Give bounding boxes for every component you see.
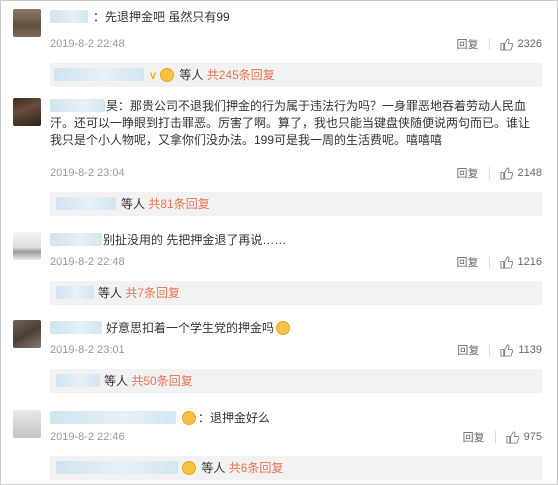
thumb-up-icon[interactable]: [506, 430, 519, 444]
comment-actions: 回复 2148: [457, 165, 542, 181]
reply-thread[interactable]: 等人 共50条回复: [50, 369, 542, 393]
thread-users-label: 等人: [104, 374, 129, 388]
divider: [488, 38, 490, 50]
comment-text: ：先退押金吧 虽然只有99: [93, 10, 230, 24]
thumb-up-icon[interactable]: [499, 37, 513, 51]
reply-button[interactable]: 回复: [457, 165, 479, 181]
comment-date: 2019-8-2 23:01: [50, 344, 125, 356]
reply-button[interactable]: 回复: [463, 429, 485, 445]
thumb-up-icon[interactable]: [499, 166, 513, 180]
reply-thread[interactable]: 等人 共7条回复: [50, 281, 542, 305]
reply-thread-summary: 等人 共81条回复: [121, 192, 210, 216]
reply-thread-summary: 等人 共50条回复: [104, 369, 193, 393]
thread-link[interactable]: 共81条回复: [148, 197, 209, 211]
comment-author-suffix: 昊：: [106, 99, 131, 113]
like-count[interactable]: 1139: [518, 344, 542, 356]
like-count[interactable]: 2326: [518, 38, 542, 50]
comment-text: ：退押金好么: [180, 410, 540, 427]
reply-thread[interactable]: V 等人 共245条回复: [50, 63, 542, 87]
thumb-up-icon[interactable]: [500, 343, 514, 357]
comment-date: 2019-8-2 22:48: [50, 256, 125, 268]
divider: [488, 167, 490, 179]
reply-users-blurred[interactable]: [56, 286, 94, 299]
reply-users-blurred[interactable]: [56, 374, 100, 387]
emoji-icon: [182, 461, 196, 475]
reply-button[interactable]: 回复: [457, 342, 479, 358]
emoji-icon: [182, 411, 196, 425]
like-count[interactable]: 975: [524, 431, 542, 443]
avatar[interactable]: [13, 9, 41, 37]
avatar[interactable]: [13, 98, 41, 126]
emoji-icon: [160, 68, 175, 82]
divider: [489, 344, 491, 356]
divider: [494, 431, 496, 443]
user-name-blurred[interactable]: [50, 10, 88, 23]
reply-users-blurred[interactable]: [56, 461, 178, 474]
thread-link[interactable]: 共50条回复: [131, 374, 192, 388]
user-name-blurred[interactable]: [50, 411, 176, 424]
reply-thread[interactable]: 等人 共6条回复: [50, 456, 542, 480]
comment-text: 昊：那贵公司不退我们押金的行为属于违法行为吗？一身罪恶地吞着劳动人民血汗。还可以…: [50, 99, 531, 147]
comment-actions: 回复 975: [463, 429, 542, 445]
comment-actions: 回复 1139: [457, 342, 542, 358]
reply-users-blurred[interactable]: [54, 68, 144, 81]
comment-date: 2019-8-2 22:46: [50, 431, 125, 443]
comment-text: 好意思扣着一个学生党的押金吗: [106, 320, 536, 337]
reply-button[interactable]: 回复: [457, 36, 479, 52]
reply-button[interactable]: 回复: [457, 254, 479, 270]
thumb-up-icon[interactable]: [499, 255, 513, 269]
reply-users-blurred[interactable]: [56, 197, 116, 210]
like-count[interactable]: 1216: [518, 256, 542, 268]
thread-users-label: 等人: [201, 461, 226, 475]
user-name-blurred[interactable]: [50, 321, 102, 334]
reply-thread-summary: 等人 共6条回复: [180, 456, 283, 480]
vip-badge-icon: V: [150, 71, 157, 81]
avatar[interactable]: [13, 410, 41, 438]
comment-date: 2019-8-2 23:04: [50, 167, 125, 179]
user-name-blurred[interactable]: [50, 233, 102, 246]
like-count[interactable]: 2148: [518, 167, 542, 179]
reply-thread-summary: V 等人 共245条回复: [148, 63, 275, 88]
thread-link[interactable]: 共245条回复: [207, 68, 275, 82]
thread-users-label: 等人: [98, 286, 123, 300]
divider: [488, 256, 490, 268]
thread-users-label: 等人: [179, 68, 204, 82]
avatar[interactable]: [13, 320, 41, 348]
comment-text: 别扯没用的 先把押金退了再说……: [103, 233, 287, 247]
thread-users-label: 等人: [121, 197, 146, 211]
thread-link[interactable]: 共7条回复: [125, 286, 180, 300]
emoji-icon: [276, 321, 291, 335]
reply-thread[interactable]: 等人 共81条回复: [50, 192, 542, 216]
reply-thread-summary: 等人 共7条回复: [98, 281, 180, 305]
comment-actions: 回复 2326: [457, 36, 542, 52]
comment-date: 2019-8-2 22:48: [50, 38, 125, 50]
avatar[interactable]: [13, 232, 41, 260]
comment-actions: 回复 1216: [457, 254, 542, 270]
thread-link[interactable]: 共6条回复: [229, 461, 284, 475]
